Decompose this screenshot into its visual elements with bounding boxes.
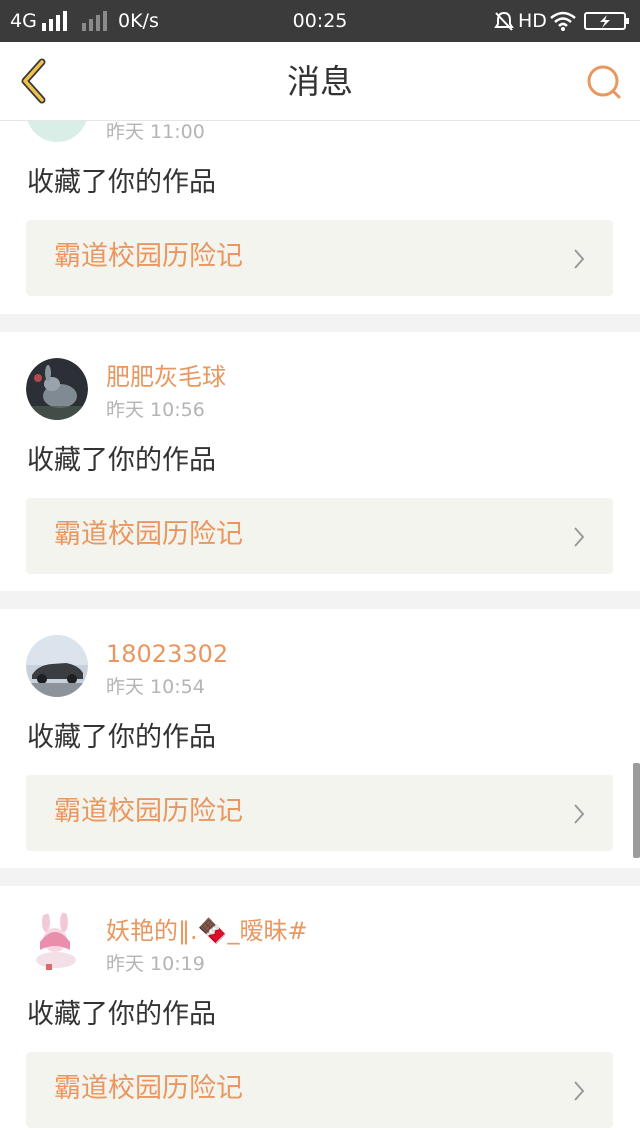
message-time: 昨天 11:00 <box>106 121 205 143</box>
message-card: 肥肥灰毛球 昨天 10:56 收藏了你的作品 霸道校园历险记 <box>0 332 640 591</box>
message-list: 昨天 11:00 收藏了你的作品 霸道校园历险记 肥肥灰毛球 昨天 10:56 … <box>0 0 640 1138</box>
scrollbar[interactable] <box>633 763 640 858</box>
chevron-right-icon <box>574 804 585 824</box>
hd-indicator: HD <box>518 10 547 32</box>
message-time: 昨天 10:19 <box>106 953 205 975</box>
message-username[interactable]: 肥肥灰毛球 <box>106 362 226 392</box>
work-link[interactable]: 霸道校园历险记 <box>26 498 613 574</box>
message-time: 昨天 10:54 <box>106 676 205 698</box>
work-title: 霸道校园历险记 <box>54 796 243 827</box>
avatar[interactable] <box>26 635 88 697</box>
battery-charging-icon <box>584 12 629 30</box>
avatar[interactable] <box>26 358 88 420</box>
work-title: 霸道校园历险记 <box>54 241 243 272</box>
message-card: 妖艳的‖.🍫_暧昧# 昨天 10:19 收藏了你的作品 霸道校园历险记 <box>0 886 640 1138</box>
mute-icon <box>494 11 514 31</box>
chevron-right-icon <box>574 1081 585 1101</box>
work-link[interactable]: 霸道校园历险记 <box>26 1052 613 1128</box>
search-button[interactable] <box>584 62 624 102</box>
wifi-icon <box>550 11 576 31</box>
avatar[interactable] <box>26 912 88 974</box>
chevron-right-icon <box>574 249 585 269</box>
message-card: 昨天 11:00 收藏了你的作品 霸道校园历险记 <box>0 80 640 314</box>
work-link[interactable]: 霸道校园历险记 <box>26 775 613 851</box>
work-link[interactable]: 霸道校园历险记 <box>26 220 613 296</box>
message-time: 昨天 10:56 <box>106 399 205 421</box>
message-action: 收藏了你的作品 <box>27 167 216 198</box>
status-bar: 4G 0K/s 00:25 HD <box>0 0 640 42</box>
message-username[interactable]: 妖艳的‖.🍫_暧昧# <box>106 916 308 946</box>
top-navigation-bar: 消息 <box>0 42 640 121</box>
work-title: 霸道校园历险记 <box>54 1073 243 1104</box>
message-username[interactable]: 18023302 <box>106 639 228 669</box>
message-action: 收藏了你的作品 <box>27 722 216 753</box>
work-title: 霸道校园历险记 <box>54 519 243 550</box>
message-card: 18023302 昨天 10:54 收藏了你的作品 霸道校园历险记 <box>0 609 640 868</box>
page-title: 消息 <box>287 62 353 101</box>
search-icon <box>587 65 621 99</box>
message-action: 收藏了你的作品 <box>27 999 216 1030</box>
message-action: 收藏了你的作品 <box>27 445 216 476</box>
chevron-right-icon <box>574 527 585 547</box>
